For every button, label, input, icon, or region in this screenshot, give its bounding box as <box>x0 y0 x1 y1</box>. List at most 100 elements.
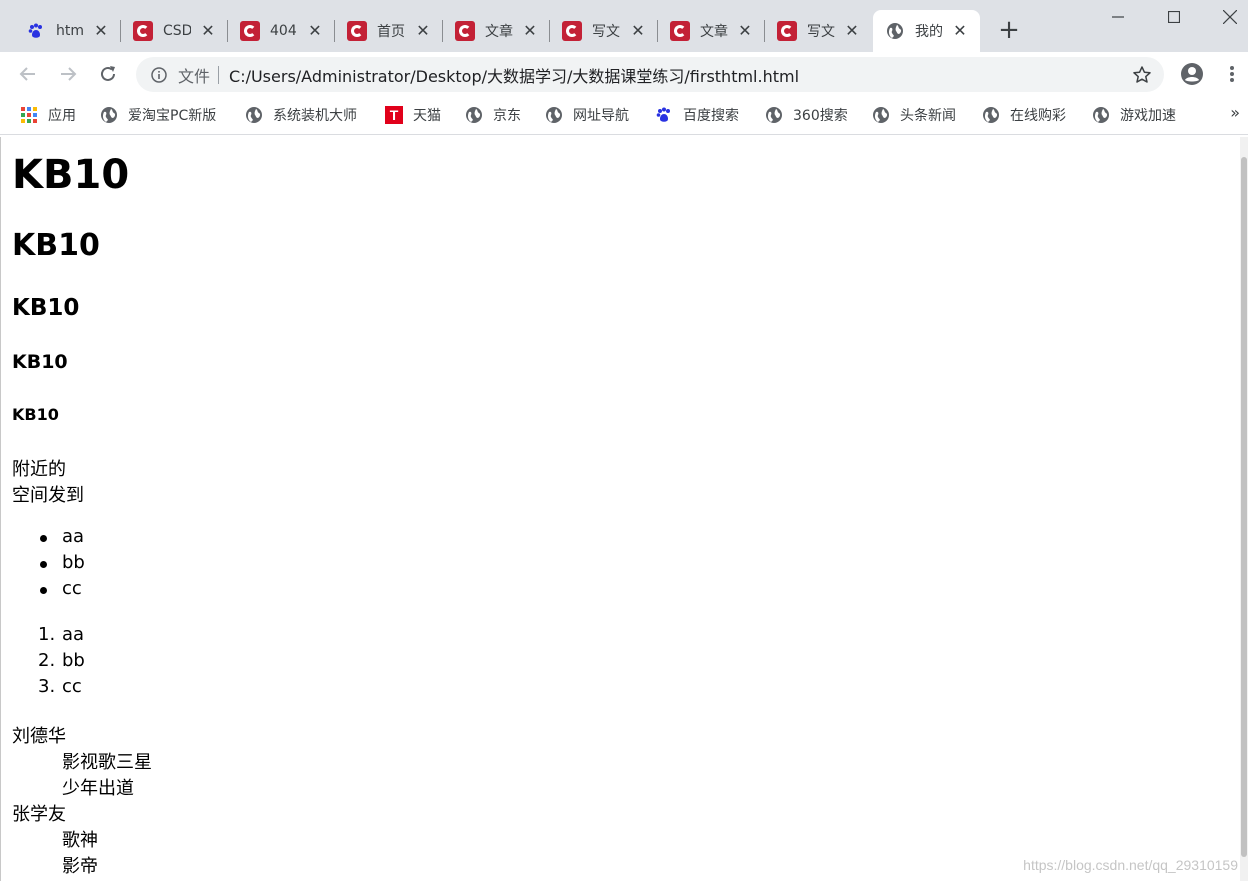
heading-h5: KB10 <box>12 405 59 424</box>
apps-grid-icon <box>20 106 38 124</box>
csdn-logo-icon <box>777 21 797 41</box>
list-item: cc <box>62 578 82 599</box>
bookmark-label: 爱淘宝PC新版 <box>128 108 217 124</box>
globe-icon <box>1092 106 1110 124</box>
csdn-logo-icon <box>240 21 260 41</box>
bookmark-label: 天猫 <box>413 108 441 124</box>
close-tab-icon[interactable]: ✕ <box>520 21 540 41</box>
new-tab-button[interactable]: + <box>996 17 1022 44</box>
close-tab-icon[interactable]: ✕ <box>950 21 970 41</box>
tab-title: 写文 <box>592 24 620 40</box>
menu-button[interactable] <box>1216 58 1248 90</box>
bookmark-item[interactable]: 在线购彩 <box>982 105 1066 125</box>
tab-title: CSD <box>163 23 191 39</box>
bookmark-label: 系统装机大师 <box>273 108 357 124</box>
browser-tab[interactable]: 404 ✕ <box>228 10 335 52</box>
csdn-logo-icon <box>562 21 582 41</box>
baidu-paw-icon <box>26 21 46 41</box>
maximize-icon <box>1168 11 1180 23</box>
profile-button[interactable] <box>1176 58 1208 90</box>
bookmark-label: 头条新闻 <box>900 108 956 124</box>
close-tab-icon[interactable]: ✕ <box>305 21 325 41</box>
bookmarks-bar: 应用 爱淘宝PC新版 系统装机大师 T 天猫 京东 网址导航 百度搜索 360搜… <box>0 97 1248 135</box>
bookmark-apps[interactable]: 应用 <box>20 105 76 125</box>
browser-tab-active[interactable]: 我的 ✕ <box>873 10 980 52</box>
account-icon <box>1181 63 1203 85</box>
bookmark-item[interactable]: 网址导航 <box>545 105 629 125</box>
browser-tab[interactable]: CSD ✕ <box>121 10 228 52</box>
bookmark-label: 应用 <box>48 108 76 124</box>
bookmark-item[interactable]: 爱淘宝PC新版 <box>100 105 216 125</box>
bookmark-item[interactable]: 游戏加速 <box>1092 105 1176 125</box>
csdn-logo-icon <box>133 21 153 41</box>
globe-icon <box>885 21 905 41</box>
bookmark-item[interactable]: 头条新闻 <box>872 105 956 125</box>
close-icon <box>1223 10 1237 24</box>
tab-title: 文章 <box>485 24 513 40</box>
minimize-window-button[interactable] <box>1090 0 1146 34</box>
reload-button[interactable] <box>92 58 124 90</box>
heading-h4: KB10 <box>12 351 68 373</box>
tmall-icon: T <box>385 106 403 124</box>
csdn-logo-icon <box>347 21 367 41</box>
bookmark-label: 网址导航 <box>573 108 629 124</box>
browser-tab[interactable]: 写文 ✕ <box>550 10 658 52</box>
list-marker: 1. <box>38 624 56 645</box>
close-tab-icon[interactable]: ✕ <box>735 21 755 41</box>
heading-h1: KB10 <box>12 152 130 198</box>
browser-tab[interactable]: 写文 ✕ <box>765 10 872 52</box>
browser-tab[interactable]: 文章 ✕ <box>443 10 550 52</box>
bookmark-item[interactable]: 360搜索 <box>765 105 848 125</box>
info-icon[interactable] <box>150 66 168 84</box>
close-tab-icon[interactable]: ✕ <box>198 21 218 41</box>
close-tab-icon[interactable]: ✕ <box>91 21 111 41</box>
list-item: aa <box>62 624 85 645</box>
scrollbar-thumb[interactable] <box>1241 157 1247 857</box>
close-window-button[interactable] <box>1202 0 1248 34</box>
browser-tab[interactable]: 文章 ✕ <box>658 10 765 52</box>
bookmark-item[interactable]: T 天猫 <box>385 105 441 125</box>
paragraph-line: 空间发到 <box>12 485 84 506</box>
list-item: bb <box>62 650 85 671</box>
bookmark-label: 游戏加速 <box>1120 108 1176 124</box>
definition-term: 张学友 <box>12 804 66 825</box>
bookmark-item[interactable]: 系统装机大师 <box>245 105 357 125</box>
list-item: bb <box>62 552 85 573</box>
bookmark-label: 京东 <box>493 108 521 124</box>
url-scheme-label: 文件 <box>178 66 211 86</box>
browser-tab[interactable]: htm ✕ <box>14 10 121 52</box>
vertical-scrollbar[interactable] <box>1240 137 1248 881</box>
reload-icon <box>101 66 115 81</box>
list-bullet <box>40 587 47 594</box>
paragraph-line: 附近的 <box>12 459 66 480</box>
minimize-icon <box>1112 16 1124 18</box>
close-tab-icon[interactable]: ✕ <box>842 21 862 41</box>
bookmark-label: 在线购彩 <box>1010 108 1066 124</box>
url-text[interactable]: C:/Users/Administrator/Desktop/大数据学习/大数据… <box>229 63 799 87</box>
maximize-window-button[interactable] <box>1146 0 1202 34</box>
definition-detail: 少年出道 <box>62 778 134 799</box>
globe-icon <box>982 106 1000 124</box>
tab-title: 首页 <box>377 24 405 40</box>
globe-icon <box>100 106 118 124</box>
heading-h2: KB10 <box>12 228 100 263</box>
forward-button[interactable] <box>52 58 84 90</box>
tab-title: 文章 <box>700 24 728 40</box>
close-tab-icon[interactable]: ✕ <box>628 21 648 41</box>
more-bookmarks-icon[interactable]: » <box>1230 103 1240 122</box>
more-vertical-icon <box>1230 66 1234 82</box>
definition-detail: 影帝 <box>62 856 98 877</box>
bookmark-item[interactable]: 百度搜索 <box>655 105 739 125</box>
bookmark-label: 360搜索 <box>793 108 848 124</box>
baidu-paw-icon <box>655 106 673 124</box>
back-button[interactable] <box>12 58 44 90</box>
close-tab-icon[interactable]: ✕ <box>413 21 433 41</box>
browser-tab[interactable]: 首页 ✕ <box>335 10 443 52</box>
bookmark-item[interactable]: 京东 <box>465 105 521 125</box>
bookmark-star-icon[interactable] <box>1132 65 1152 85</box>
list-item: aa <box>62 526 85 547</box>
tab-strip: htm ✕ CSD ✕ 404 ✕ 首页 ✕ 文章 ✕ 写文 ✕ 文章 ✕ 写文… <box>0 0 1248 52</box>
address-bar[interactable]: 文件 C:/Users/Administrator/Desktop/大数据学习/… <box>136 57 1164 92</box>
page-viewport: KB10 KB10 KB10 KB10 KB10 附近的 空间发到 aa bb … <box>0 137 1248 881</box>
csdn-logo-icon <box>455 21 475 41</box>
